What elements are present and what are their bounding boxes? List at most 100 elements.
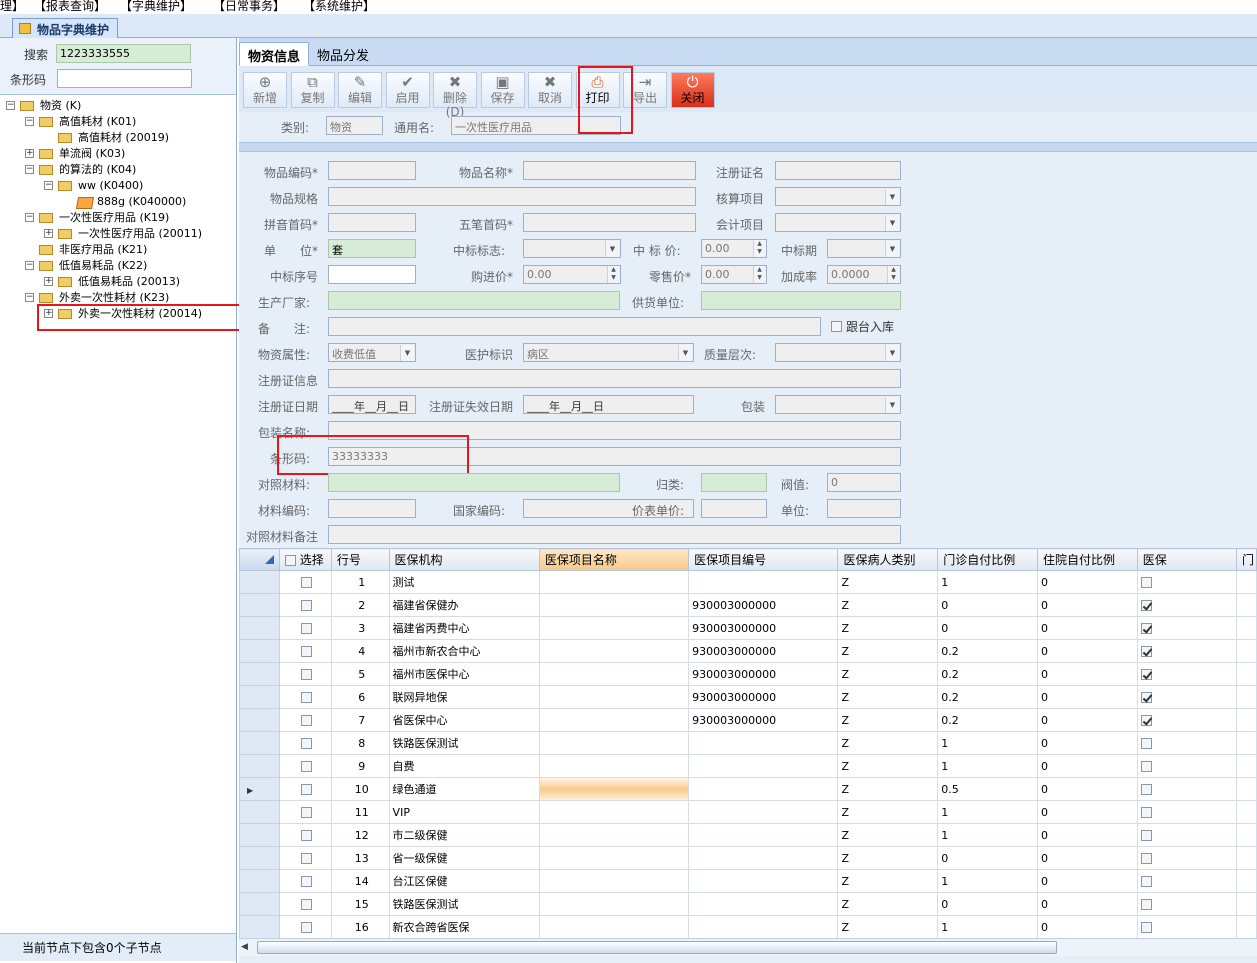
outpatient-ratio-cell[interactable]: 1: [937, 570, 1038, 594]
item-name-cell[interactable]: [538, 754, 690, 778]
horizontal-scrollbar[interactable]: ◀: [239, 938, 1257, 956]
row-selector-cell[interactable]: [239, 685, 280, 709]
item-code-cell[interactable]: [688, 777, 839, 801]
insurance-checkbox[interactable]: [1140, 784, 1152, 795]
scrollbar-thumb[interactable]: [257, 941, 1057, 954]
remark-field[interactable]: [328, 317, 821, 336]
row-select-checkbox[interactable]: [301, 623, 313, 634]
patient-type-cell[interactable]: Z: [837, 915, 939, 938]
ref-material-field[interactable]: [328, 473, 620, 492]
row-no-cell[interactable]: 13: [330, 846, 390, 870]
insurance-checkbox[interactable]: [1140, 876, 1152, 887]
bid-period-select[interactable]: ▼: [827, 239, 901, 258]
tree-node[interactable]: 低值易耗品 (K22): [59, 258, 147, 274]
tree-toggle-icon[interactable]: −: [6, 101, 15, 110]
row-select-checkbox[interactable]: [301, 646, 313, 657]
row-selector-cell[interactable]: [239, 915, 280, 938]
item-code-cell[interactable]: 930003000000: [688, 639, 839, 663]
spinner-icon[interactable]: ▲ ▼: [607, 266, 619, 283]
header-row-no[interactable]: 行号: [330, 548, 390, 571]
toolbar-button-print[interactable]: ⎙ 打印: [575, 72, 620, 108]
org-cell[interactable]: 测试: [388, 570, 540, 594]
care-flag-select[interactable]: 病区 ▼: [523, 343, 694, 362]
insurance-checkbox[interactable]: [1140, 899, 1152, 910]
outpatient-ratio-cell[interactable]: 0: [937, 892, 1038, 916]
search-input[interactable]: 1223333555: [56, 44, 191, 63]
row-select-checkbox[interactable]: [301, 600, 313, 611]
more-cell[interactable]: [1235, 915, 1257, 938]
item-name-cell[interactable]: [538, 846, 690, 870]
insurance-cell[interactable]: [1136, 754, 1237, 778]
org-cell[interactable]: 福建省丙费中心: [388, 616, 540, 640]
header-outpatient-ratio[interactable]: 门诊自付比例: [937, 548, 1038, 571]
insurance-cell[interactable]: [1136, 570, 1237, 594]
row-no-cell[interactable]: 12: [330, 823, 390, 847]
menu-item-report-query[interactable]: 【报表查询】: [34, 0, 106, 14]
row-no-cell[interactable]: 9: [330, 754, 390, 778]
purchase-price-field[interactable]: 0.00 ▲ ▼: [523, 265, 621, 284]
table-row[interactable]: 5 福州市医保中心 930003000000 Z 0.2 0: [239, 662, 1257, 686]
item-code-cell[interactable]: [688, 869, 839, 893]
tree-toggle-icon[interactable]: −: [25, 117, 34, 126]
toolbar-button-check[interactable]: ✔ 启用: [385, 72, 430, 108]
table-row[interactable]: 6 联网异地保 930003000000 Z 0.2 0: [239, 685, 1257, 709]
unit2-field[interactable]: [827, 499, 901, 518]
insurance-cell[interactable]: [1136, 639, 1237, 663]
tree-node[interactable]: 非医疗用品 (K21): [59, 242, 147, 258]
insurance-checkbox[interactable]: [1140, 853, 1152, 864]
item-code-cell[interactable]: 930003000000: [688, 662, 839, 686]
org-cell[interactable]: 绿色通道: [388, 777, 540, 801]
row-select-checkbox[interactable]: [301, 922, 313, 933]
row-select-checkbox[interactable]: [301, 761, 313, 772]
item-name-cell[interactable]: [538, 570, 690, 594]
row-selector-cell[interactable]: [239, 662, 280, 686]
row-no-cell[interactable]: 7: [330, 708, 390, 732]
tree-node[interactable]: 888g (K040000): [97, 194, 186, 210]
item-code-field[interactable]: [328, 161, 416, 180]
item-name-field[interactable]: [523, 161, 696, 180]
outpatient-ratio-cell[interactable]: 1: [937, 869, 1038, 893]
toolbar-button-add[interactable]: ⊕ 新增: [243, 72, 287, 108]
item-code-cell[interactable]: 930003000000: [688, 593, 839, 617]
bid-flag-select[interactable]: ▼: [523, 239, 621, 258]
inpatient-ratio-cell[interactable]: 0: [1036, 639, 1138, 663]
org-cell[interactable]: 铁路医保测试: [388, 892, 540, 916]
select-cell[interactable]: [278, 593, 332, 617]
patient-type-cell[interactable]: Z: [837, 570, 939, 594]
patient-type-cell[interactable]: Z: [837, 616, 939, 640]
more-cell[interactable]: [1235, 892, 1257, 916]
select-cell[interactable]: [278, 570, 332, 594]
tree-node[interactable]: 一次性医疗用品 (K19): [59, 210, 169, 226]
row-selector-cell[interactable]: [239, 754, 280, 778]
org-cell[interactable]: 福州市医保中心: [388, 662, 540, 686]
select-cell[interactable]: [278, 777, 332, 801]
quality-select[interactable]: ▼: [775, 343, 901, 362]
more-cell[interactable]: [1235, 777, 1257, 801]
row-no-cell[interactable]: 1: [330, 570, 390, 594]
outpatient-ratio-cell[interactable]: 1: [937, 800, 1038, 824]
table-row[interactable]: 1 测试 Z 1 0: [239, 570, 1257, 594]
row-no-cell[interactable]: 5: [330, 662, 390, 686]
patient-type-cell[interactable]: Z: [837, 593, 939, 617]
row-selector-cell[interactable]: [239, 708, 280, 732]
toolbar-button-copy[interactable]: ⧉ 复制: [290, 72, 335, 108]
toolbar-button-edit[interactable]: ✎ 编辑: [338, 72, 382, 108]
row-select-checkbox[interactable]: [301, 876, 313, 887]
patient-type-cell[interactable]: Z: [837, 754, 939, 778]
insurance-cell[interactable]: [1136, 777, 1237, 801]
insurance-checkbox[interactable]: [1140, 922, 1152, 933]
row-selector-cell[interactable]: [239, 639, 280, 663]
more-cell[interactable]: [1235, 731, 1257, 755]
select-cell[interactable]: [278, 915, 332, 938]
tree-node[interactable]: 高值耗材 (K01): [59, 114, 136, 130]
row-no-cell[interactable]: 15: [330, 892, 390, 916]
outpatient-ratio-cell[interactable]: 1: [937, 915, 1038, 938]
item-code-cell[interactable]: [688, 731, 839, 755]
select-cell[interactable]: [278, 685, 332, 709]
barcode-field[interactable]: 33333333: [328, 447, 901, 466]
patient-type-cell[interactable]: Z: [837, 662, 939, 686]
tab-item-distribution[interactable]: 物品分发: [309, 42, 377, 66]
insurance-cell[interactable]: [1136, 616, 1237, 640]
more-cell[interactable]: [1235, 685, 1257, 709]
patient-type-cell[interactable]: Z: [837, 685, 939, 709]
